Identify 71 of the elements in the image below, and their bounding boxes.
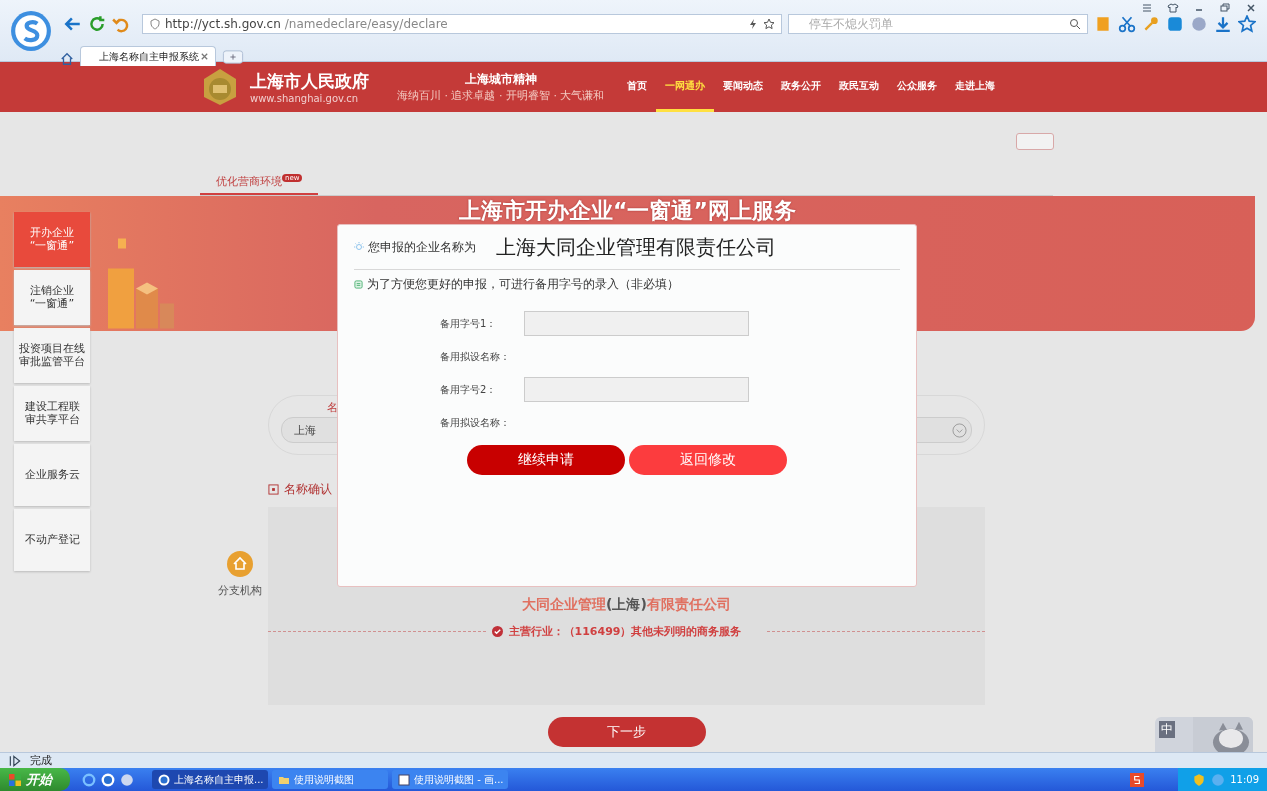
nav-link[interactable]: 首页 [618,62,657,112]
start-button[interactable]: 开始 [0,768,70,791]
browser-tab[interactable]: 上海名称自主申报系统 [80,46,216,66]
taskbar-button[interactable]: 上海名称自主申报... [152,770,268,789]
ime-indicator: 中 [1159,721,1175,738]
taskbar-button[interactable]: 使用说明截图 - 画... [392,770,508,789]
restore-icon[interactable] [1219,2,1231,14]
banner-title: 上海市开办企业“一窗通”网上服务 [459,198,796,224]
dialog-intro: 您申报的企业名称为 [368,238,476,256]
field-label: 备用字号1： [440,316,498,331]
dialog-note: 为了方便您更好的申报，可进行备用字号的录入（非必填） [367,276,679,293]
refresh-icon[interactable] [88,15,106,33]
slogan-title: 上海城市精神 [464,71,537,88]
input-method-icon[interactable] [1130,772,1145,787]
branch-link[interactable]: 分支机构 [218,551,262,598]
site-name: 上海市人民政府 [250,70,369,93]
search-icon[interactable] [1069,18,1081,30]
chevron-down-icon [952,422,967,438]
slogan-text: 海纳百川 · 追求卓越 · 开明睿智 · 大气谦和 [397,88,605,103]
close-icon[interactable] [200,52,209,61]
nav-link[interactable]: 要闻动态 [714,62,773,112]
field-label: 备用拟设名称： [440,415,511,430]
check-icon [491,626,503,637]
window-icon [398,773,410,786]
note-icon [354,280,363,289]
bulb-icon [354,242,364,252]
company-name: 上海大同企业管理有限责任公司 [496,233,776,261]
sidebar-toggle-icon[interactable] [8,753,22,768]
new-tab-icon[interactable] [222,50,244,64]
nav-link[interactable]: 政务公开 [772,62,831,112]
site-url: www.shanghai.gov.cn [250,93,360,104]
field-label: 备用拟设名称： [440,349,511,364]
sidebar-item[interactable]: 企业服务云 [14,444,90,506]
browser-icon[interactable] [101,772,115,787]
key-icon[interactable] [1142,15,1160,33]
nav-link[interactable]: 走进上海 [946,62,1005,112]
download-icon[interactable] [1214,15,1232,33]
sidebar-item[interactable]: 不动产登记 [14,509,90,571]
input-field[interactable] [524,311,749,336]
shirt-icon[interactable] [1167,2,1179,14]
search-label: 名 [327,400,338,415]
taskbar-button[interactable]: 使用说明截图 [272,770,388,789]
home-icon[interactable] [60,52,74,66]
close-icon[interactable] [1245,2,1257,14]
industry-text: 主营行业：（116499）其他未列明的商务服务 [508,624,743,639]
continue-button[interactable]: 继续申请 [467,445,625,475]
sidebar-item[interactable]: 建设工程联 审共享平台 [14,386,90,441]
address-bar[interactable]: http://yct.sh.gov.cn /namedeclare/easy/declare [142,14,782,34]
sidebar-item[interactable]: 注销企业 “一窗通” [14,270,90,325]
field-label: 备用字号2： [440,382,498,397]
back-arrow-icon[interactable] [64,15,82,33]
nav-link[interactable]: 政民互动 [830,62,889,112]
scissors-icon[interactable] [1118,15,1136,33]
status-text: 完成 [30,753,52,768]
clock: 11:09 [1230,774,1259,785]
section-title: 名称确认 [284,480,332,498]
sidebar-item[interactable]: 开办企业 “一窗通” [14,212,90,267]
back-button[interactable]: 返回修改 [629,445,787,475]
browser-logo-icon[interactable] [10,10,52,52]
company-name: 大同企业管理(上海)有限责任公司 [522,596,731,614]
input-field[interactable] [524,377,749,402]
next-button[interactable]: 下一步 [547,717,706,747]
menu-icon[interactable] [1141,2,1153,14]
nav-link[interactable]: 公众服务 [888,62,947,112]
sidebar-item[interactable]: 投资项目在线 审批监管平台 [14,328,90,383]
star-icon[interactable] [1238,15,1256,33]
house-icon [227,551,253,577]
app-icon[interactable] [1166,15,1184,33]
ime-widget[interactable]: 中 [1155,717,1253,752]
windows-logo-icon [8,772,22,787]
browser-icon [158,773,170,786]
